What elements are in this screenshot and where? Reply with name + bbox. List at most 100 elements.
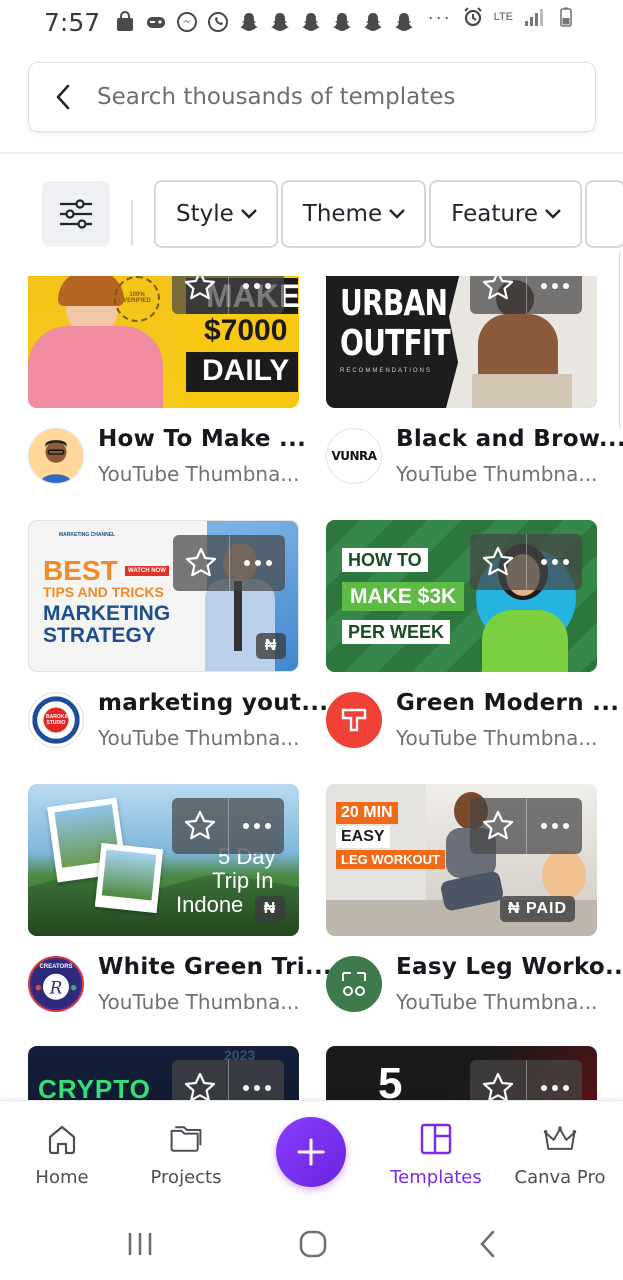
template-thumbnail[interactable]: 5 (326, 1046, 597, 1100)
crown-icon (542, 1121, 578, 1157)
thumb-text: MAKE $3K (342, 582, 465, 611)
more-filter-chip[interactable] (585, 180, 623, 248)
plus-icon (297, 1138, 325, 1166)
back-system-button[interactable] (468, 1224, 508, 1264)
favorite-button[interactable] (173, 535, 229, 591)
star-icon (184, 1072, 216, 1100)
template-type: YouTube Thumbna... (98, 462, 300, 486)
star-icon (482, 546, 514, 576)
template-thumbnail[interactable]: 2023 CRYPTO (28, 1046, 299, 1100)
thumb-text: WATCH NOW (125, 566, 169, 576)
status-right: ··· LTE (428, 6, 577, 28)
nav-canva-pro[interactable]: Canva Pro (498, 1121, 622, 1188)
template-grid: 100% VERIFIED MAKE $7000 DAILY How To Ma… (0, 276, 623, 1100)
more-options-button[interactable] (526, 276, 582, 314)
template-card[interactable]: 5 (326, 1046, 597, 1100)
snapchat-icon (395, 13, 414, 31)
more-options-button[interactable] (228, 1060, 284, 1100)
nav-home[interactable]: Home (0, 1121, 124, 1188)
chip-label: Feature (451, 201, 539, 227)
feature-filter-chip[interactable]: Feature (429, 180, 583, 248)
template-card[interactable]: 2023 CRYPTO (28, 1046, 299, 1100)
thumb-text: PER WEEK (342, 620, 451, 644)
favorite-button[interactable] (470, 276, 526, 314)
filter-settings-button[interactable] (42, 181, 110, 247)
template-card[interactable]: HOW TO MAKE $3K PER WEEK Green Modern ..… (326, 520, 619, 750)
signal-icon (525, 9, 543, 26)
search-input[interactable] (97, 84, 567, 110)
style-filter-chip[interactable]: Style (154, 180, 278, 248)
favorite-button[interactable] (470, 534, 526, 590)
status-time: 7:57 (44, 7, 101, 37)
template-thumbnail[interactable]: 20 MIN EASY LEG WORKOUT ₦ PAID (326, 784, 597, 936)
template-thumbnail[interactable]: MARKETING CHANNEL BEST WATCH NOW TIPS AN… (28, 520, 299, 672)
template-meta: Easy Leg Worko... YouTube Thumbna... (326, 952, 623, 1016)
template-card[interactable]: MARKETING CHANNEL BEST WATCH NOW TIPS AN… (28, 520, 328, 750)
template-card[interactable]: 20 MIN EASY LEG WORKOUT ₦ PAID Easy Leg … (326, 784, 623, 1014)
template-thumbnail[interactable]: 5 Day Trip In Indone ₦ (28, 784, 299, 936)
favorite-button[interactable] (470, 1060, 526, 1100)
template-title: Black and Brow... (396, 426, 623, 452)
price-badge: ₦ (255, 896, 285, 922)
create-design-button[interactable] (276, 1117, 346, 1187)
template-card[interactable]: 100% VERIFIED MAKE $7000 DAILY How To Ma… (28, 276, 306, 486)
more-options-button[interactable] (526, 798, 582, 854)
folder-icon (168, 1121, 204, 1157)
messenger-icon (177, 12, 198, 32)
favorite-button[interactable] (470, 798, 526, 854)
more-options-button[interactable] (526, 1060, 582, 1100)
favorite-button[interactable] (172, 276, 228, 314)
creator-avatar (326, 956, 382, 1012)
thumb-text: $7000 (204, 314, 288, 347)
more-options-button[interactable] (228, 798, 284, 854)
star-icon (482, 1072, 514, 1100)
more-options-button[interactable] (229, 535, 285, 591)
nav-projects[interactable]: Projects (124, 1121, 248, 1188)
template-title: How To Make ... (98, 426, 307, 452)
snapchat-icon (240, 13, 259, 31)
svg-text:R: R (49, 977, 63, 997)
theme-filter-chip[interactable]: Theme (280, 180, 427, 248)
system-navigation (0, 1204, 623, 1280)
template-thumbnail[interactable]: 100% VERIFIED MAKE $7000 DAILY (28, 276, 299, 408)
template-type: YouTube Thumbna... (98, 726, 300, 750)
search-bar[interactable] (28, 62, 596, 132)
more-options-button[interactable] (228, 276, 284, 314)
more-dots-icon (242, 1085, 271, 1091)
more-options-button[interactable] (526, 534, 582, 590)
favorite-button[interactable] (172, 1060, 228, 1100)
whatsapp-icon (208, 12, 229, 32)
thumb-text: TIPS AND TRICKS (43, 584, 164, 600)
bag-icon (117, 11, 134, 31)
template-type: YouTube Thumbna... (396, 462, 598, 486)
filter-chips: Style Theme Feature (154, 180, 623, 248)
more-dots-icon (243, 560, 272, 566)
status-bar: 7:57 ··· LTE (0, 0, 623, 44)
templates-icon (418, 1121, 454, 1157)
notification-icons (114, 11, 415, 33)
favorite-button[interactable] (172, 798, 228, 854)
thumb-text: DAILY (202, 354, 290, 387)
template-card[interactable]: URBAN OUTFIT RECOMMENDATIONS VUNRA Black… (326, 276, 623, 486)
template-title: White Green Tri... (98, 954, 333, 980)
template-thumbnail[interactable]: URBAN OUTFIT RECOMMENDATIONS (326, 276, 597, 408)
back-arrow-icon[interactable] (49, 83, 77, 111)
home-system-button[interactable] (293, 1224, 333, 1264)
more-dots-icon (540, 1085, 569, 1091)
template-card[interactable]: 5 Day Trip In Indone ₦ R CREATORS White … (28, 784, 332, 1014)
template-thumbnail[interactable]: HOW TO MAKE $3K PER WEEK (326, 520, 597, 672)
thumb-text: 20 MIN (336, 802, 398, 824)
thumb-text: Trip In (212, 868, 274, 893)
template-type: YouTube Thumbna... (396, 990, 598, 1014)
chevron-down-icon (389, 209, 405, 219)
more-dots-icon (242, 823, 271, 829)
more-dots-icon (540, 283, 569, 289)
thumb-text: URBAN (340, 283, 448, 324)
nav-templates[interactable]: Templates (374, 1121, 498, 1188)
template-type: YouTube Thumbna... (396, 726, 598, 750)
thumb-text: 100% VERIFIED (123, 292, 151, 304)
nav-label: Templates (390, 1167, 482, 1188)
recent-apps-button[interactable] (120, 1224, 160, 1264)
nav-label: Home (35, 1167, 89, 1188)
sliders-icon (60, 199, 92, 229)
